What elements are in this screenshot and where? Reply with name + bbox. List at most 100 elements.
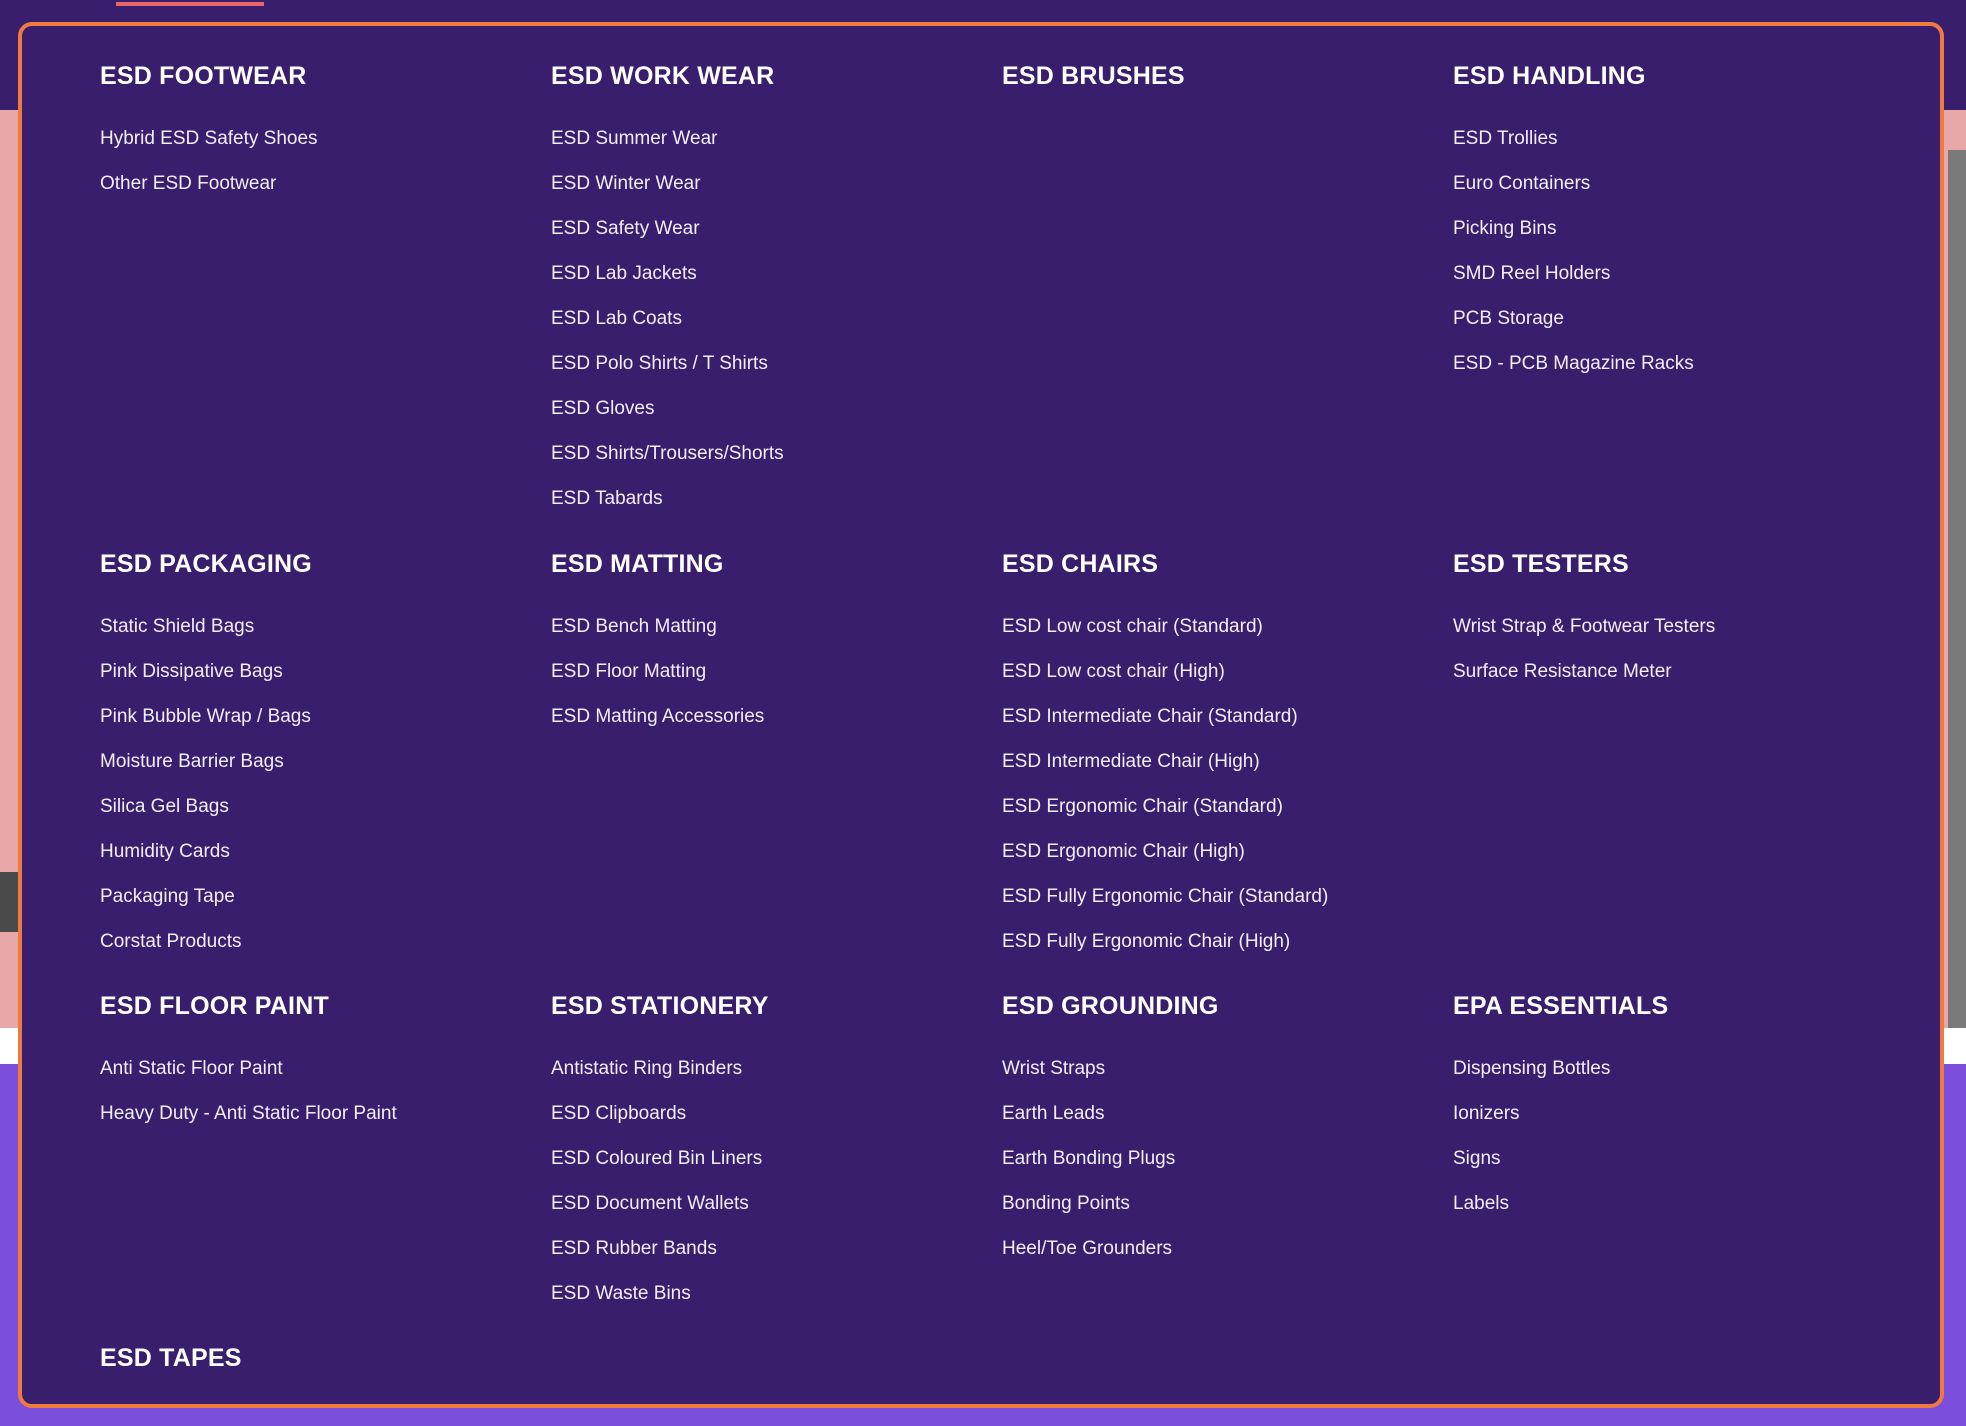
subcategory-link[interactable]: ESD Safety Wear bbox=[551, 206, 1002, 251]
subcategory-link[interactable]: ESD Tabards bbox=[551, 476, 1002, 521]
hero-button-edge bbox=[0, 872, 18, 932]
empty-column bbox=[1002, 1338, 1453, 1398]
subcategory-list: Dispensing Bottles Ionizers Signs Labels bbox=[1453, 1046, 1904, 1226]
subcategory-list: ESD Trollies Euro Containers Picking Bins S… bbox=[1453, 116, 1904, 386]
subcategory-link[interactable]: Picking Bins bbox=[1453, 206, 1904, 251]
subcategory-link[interactable]: ESD Matting Accessories bbox=[551, 694, 1002, 739]
category-heading-link[interactable]: ESD GROUNDING bbox=[1002, 986, 1453, 1026]
menu-category-column: ESD CHAIRS ESD Low cost chair (Standard) E… bbox=[1002, 544, 1453, 986]
subcategory-link[interactable]: Wrist Straps bbox=[1002, 1046, 1453, 1091]
subcategory-link[interactable]: Dispensing Bottles bbox=[1453, 1046, 1904, 1091]
subcategory-link[interactable]: Antistatic Ring Binders bbox=[551, 1046, 1002, 1091]
subcategory-link[interactable]: Earth Bonding Plugs bbox=[1002, 1136, 1453, 1181]
subcategory-link[interactable]: PCB Storage bbox=[1453, 296, 1904, 341]
subcategory-link[interactable]: Ionizers bbox=[1453, 1091, 1904, 1136]
mega-menu-grid: ESD FOOTWEAR Hybrid ESD Safety Shoes Other… bbox=[100, 56, 1904, 1398]
subcategory-link[interactable]: ESD Summer Wear bbox=[551, 116, 1002, 161]
menu-category-column: ESD BRUSHES bbox=[1002, 56, 1453, 544]
category-heading-link[interactable]: ESD STATIONERY bbox=[551, 986, 1002, 1026]
subcategory-list: ESD Bench Matting ESD Floor Matting ESD Ma… bbox=[551, 604, 1002, 739]
subcategory-link[interactable]: Silica Gel Bags bbox=[100, 784, 551, 829]
subcategory-link[interactable]: Surface Resistance Meter bbox=[1453, 649, 1904, 694]
menu-category-column: ESD WORK WEAR ESD Summer Wear ESD Winter W… bbox=[551, 56, 1002, 544]
subcategory-link[interactable]: Signs bbox=[1453, 1136, 1904, 1181]
subcategory-list: ESD Summer Wear ESD Winter Wear ESD Safety… bbox=[551, 116, 1002, 521]
subcategory-link[interactable]: ESD Bench Matting bbox=[551, 604, 1002, 649]
menu-category-column: ESD FLOOR PAINT Anti Static Floor Paint He… bbox=[100, 986, 551, 1338]
menu-category-column: ESD HANDLING ESD Trollies Euro Containers P… bbox=[1453, 56, 1904, 544]
subcategory-list: Static Shield Bags Pink Dissipative Bags P… bbox=[100, 604, 551, 964]
empty-column bbox=[1453, 1338, 1904, 1398]
subcategory-link[interactable]: Pink Dissipative Bags bbox=[100, 649, 551, 694]
menu-category-column: EPA ESSENTIALS Dispensing Bottles Ionizers… bbox=[1453, 986, 1904, 1338]
subcategory-list: Hybrid ESD Safety Shoes Other ESD Footwea… bbox=[100, 116, 551, 206]
category-heading-link[interactable]: ESD WORK WEAR bbox=[551, 56, 1002, 96]
menu-category-column: ESD GROUNDING Wrist Straps Earth Leads Eart… bbox=[1002, 986, 1453, 1338]
subcategory-link[interactable]: Bonding Points bbox=[1002, 1181, 1453, 1226]
category-heading-link[interactable]: ESD TAPES bbox=[100, 1338, 551, 1378]
subcategory-link[interactable]: ESD Shirts/Trousers/Shorts bbox=[551, 431, 1002, 476]
subcategory-list: Wrist Straps Earth Leads Earth Bonding Plu… bbox=[1002, 1046, 1453, 1271]
subcategory-link[interactable]: ESD Low cost chair (High) bbox=[1002, 649, 1453, 694]
menu-category-column: ESD MATTING ESD Bench Matting ESD Floor Ma… bbox=[551, 544, 1002, 986]
subcategory-link[interactable]: ESD Lab Jackets bbox=[551, 251, 1002, 296]
subcategory-link[interactable]: Other ESD Footwear bbox=[100, 161, 551, 206]
subcategory-link[interactable]: ESD Floor Matting bbox=[551, 649, 1002, 694]
mega-menu-panel: ESD FOOTWEAR Hybrid ESD Safety Shoes Other… bbox=[18, 22, 1944, 1408]
subcategory-link[interactable]: ESD Trollies bbox=[1453, 116, 1904, 161]
subcategory-link[interactable]: Pink Bubble Wrap / Bags bbox=[100, 694, 551, 739]
subcategory-link[interactable]: Hybrid ESD Safety Shoes bbox=[100, 116, 551, 161]
subcategory-link[interactable]: Labels bbox=[1453, 1181, 1904, 1226]
subcategory-list: ESD Low cost chair (Standard) ESD Low cos… bbox=[1002, 604, 1453, 964]
subcategory-link[interactable]: Earth Leads bbox=[1002, 1091, 1453, 1136]
category-heading-link[interactable]: EPA ESSENTIALS bbox=[1453, 986, 1904, 1026]
subcategory-link[interactable]: Corstat Products bbox=[100, 919, 551, 964]
subcategory-link[interactable]: Euro Containers bbox=[1453, 161, 1904, 206]
menu-category-column: ESD PACKAGING Static Shield Bags Pink Diss… bbox=[100, 544, 551, 986]
active-nav-underline bbox=[116, 2, 264, 6]
subcategory-link[interactable]: Static Shield Bags bbox=[100, 604, 551, 649]
empty-column bbox=[551, 1338, 1002, 1398]
category-heading-link[interactable]: ESD HANDLING bbox=[1453, 56, 1904, 96]
subcategory-link[interactable]: ESD Intermediate Chair (High) bbox=[1002, 739, 1453, 784]
subcategory-link[interactable]: SMD Reel Holders bbox=[1453, 251, 1904, 296]
subcategory-link[interactable]: ESD Waste Bins bbox=[551, 1271, 1002, 1316]
subcategory-list: Wrist Strap & Footwear Testers Surface Re… bbox=[1453, 604, 1904, 694]
subcategory-link[interactable]: Humidity Cards bbox=[100, 829, 551, 874]
category-heading-link[interactable]: ESD FLOOR PAINT bbox=[100, 986, 551, 1026]
subcategory-link[interactable]: ESD Winter Wear bbox=[551, 161, 1002, 206]
subcategory-link[interactable]: ESD Lab Coats bbox=[551, 296, 1002, 341]
subcategory-link[interactable]: ESD Polo Shirts / T Shirts bbox=[551, 341, 1002, 386]
subcategory-list: Antistatic Ring Binders ESD Clipboards ESD… bbox=[551, 1046, 1002, 1316]
subcategory-list: Anti Static Floor Paint Heavy Duty - Anti… bbox=[100, 1046, 551, 1136]
subcategory-link[interactable]: ESD Ergonomic Chair (Standard) bbox=[1002, 784, 1453, 829]
subcategory-link[interactable]: ESD Rubber Bands bbox=[551, 1226, 1002, 1271]
menu-category-column: ESD TAPES bbox=[100, 1338, 551, 1398]
subcategory-link[interactable]: ESD - PCB Magazine Racks bbox=[1453, 341, 1904, 386]
category-heading-link[interactable]: ESD MATTING bbox=[551, 544, 1002, 584]
subcategory-link[interactable]: ESD Low cost chair (Standard) bbox=[1002, 604, 1453, 649]
subcategory-link[interactable]: Anti Static Floor Paint bbox=[100, 1046, 551, 1091]
menu-category-column: ESD FOOTWEAR Hybrid ESD Safety Shoes Other… bbox=[100, 56, 551, 544]
category-heading-link[interactable]: ESD BRUSHES bbox=[1002, 56, 1453, 96]
subcategory-link[interactable]: ESD Intermediate Chair (Standard) bbox=[1002, 694, 1453, 739]
category-heading-link[interactable]: ESD PACKAGING bbox=[100, 544, 551, 584]
subcategory-link[interactable]: ESD Fully Ergonomic Chair (Standard) bbox=[1002, 874, 1453, 919]
category-heading-link[interactable]: ESD TESTERS bbox=[1453, 544, 1904, 584]
subcategory-link[interactable]: Packaging Tape bbox=[100, 874, 551, 919]
category-heading-link[interactable]: ESD CHAIRS bbox=[1002, 544, 1453, 584]
subcategory-link[interactable]: ESD Gloves bbox=[551, 386, 1002, 431]
menu-category-column: ESD STATIONERY Antistatic Ring Binders ESD… bbox=[551, 986, 1002, 1338]
category-heading-link[interactable]: ESD FOOTWEAR bbox=[100, 56, 551, 96]
subcategory-link[interactable]: ESD Coloured Bin Liners bbox=[551, 1136, 1002, 1181]
hero-image-edge bbox=[1948, 150, 1966, 1030]
subcategory-link[interactable]: ESD Fully Ergonomic Chair (High) bbox=[1002, 919, 1453, 964]
subcategory-link[interactable]: ESD Document Wallets bbox=[551, 1181, 1002, 1226]
subcategory-link[interactable]: Wrist Strap & Footwear Testers bbox=[1453, 604, 1904, 649]
subcategory-link[interactable]: ESD Clipboards bbox=[551, 1091, 1002, 1136]
subcategory-link[interactable]: ESD Ergonomic Chair (High) bbox=[1002, 829, 1453, 874]
subcategory-link[interactable]: Heel/Toe Grounders bbox=[1002, 1226, 1453, 1271]
menu-category-column: ESD TESTERS Wrist Strap & Footwear Tester… bbox=[1453, 544, 1904, 986]
subcategory-link[interactable]: Heavy Duty - Anti Static Floor Paint bbox=[100, 1091, 551, 1136]
subcategory-link[interactable]: Moisture Barrier Bags bbox=[100, 739, 551, 784]
